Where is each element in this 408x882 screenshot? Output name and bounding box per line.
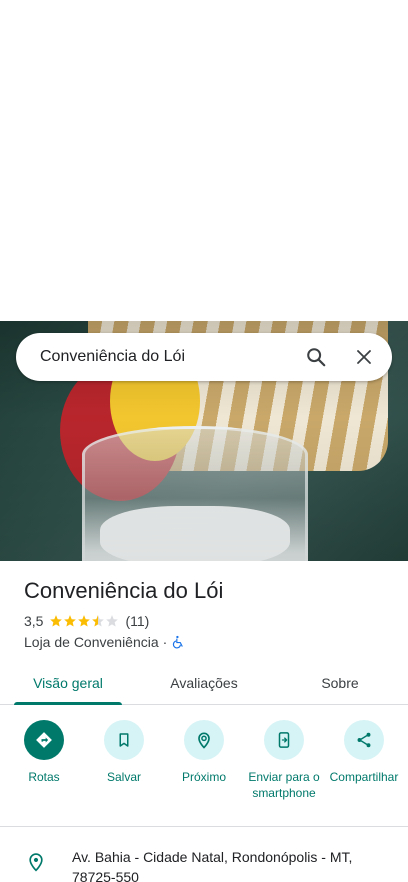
review-count[interactable]: (11) <box>125 613 149 629</box>
nearby-icon <box>198 732 210 749</box>
directions-label: Rotas <box>28 770 60 784</box>
rating-value: 3,5 <box>24 613 44 629</box>
star-empty-icon <box>106 615 119 627</box>
map-area-blank <box>0 0 408 321</box>
rating-stars <box>49 614 119 628</box>
nearby-button[interactable]: Próximo <box>165 720 243 801</box>
share-button[interactable]: Compartilhar <box>325 720 403 801</box>
address-row[interactable]: Av. Bahia - Cidade Natal, Rondonópolis -… <box>0 847 408 882</box>
star-full-icon <box>78 615 91 627</box>
directions-icon <box>36 732 52 748</box>
save-label: Salvar <box>106 770 141 784</box>
bookmark-icon <box>119 733 129 747</box>
close-button[interactable] <box>340 333 388 381</box>
star-full-icon <box>50 615 63 627</box>
search-icon <box>307 348 326 367</box>
tab-about[interactable]: Sobre <box>272 662 408 704</box>
star-half-icon <box>92 615 105 627</box>
save-button[interactable]: Salvar <box>85 720 163 801</box>
address-text: Av. Bahia - Cidade Natal, Rondonópolis -… <box>72 849 353 882</box>
rating-row[interactable]: 3,5 (11) <box>24 613 149 629</box>
action-buttons: Rotas Salvar Próximo Enviar para o smart… <box>0 720 408 801</box>
share-icon <box>357 732 371 748</box>
send-to-phone-button[interactable]: Enviar para o smartphone <box>245 720 323 801</box>
close-icon <box>357 350 371 364</box>
location-pin-icon <box>29 853 43 872</box>
search-input[interactable]: Conveniência do Lói <box>16 348 292 366</box>
place-tabs: Visão geral Avaliações Sobre <box>0 662 408 705</box>
tab-reviews[interactable]: Avaliações <box>136 662 272 704</box>
place-category: Loja de Conveniência <box>24 634 159 650</box>
separator: · <box>162 634 168 650</box>
star-full-icon <box>64 615 77 627</box>
search-bar[interactable]: Conveniência do Lói <box>16 333 392 381</box>
wheelchair-accessible-icon <box>173 635 183 649</box>
nearby-label: Próximo <box>181 770 226 784</box>
directions-button[interactable]: Rotas <box>5 720 83 801</box>
send-to-phone-label: Enviar para o smartphone <box>248 770 320 800</box>
category-row: Loja de Conveniência · <box>24 634 185 650</box>
search-button[interactable] <box>292 333 340 381</box>
divider <box>0 826 408 827</box>
share-label: Compartilhar <box>329 770 399 784</box>
place-title: Conveniência do Lói <box>24 578 224 603</box>
send-to-phone-icon <box>278 732 290 748</box>
tab-overview[interactable]: Visão geral <box>0 662 136 705</box>
